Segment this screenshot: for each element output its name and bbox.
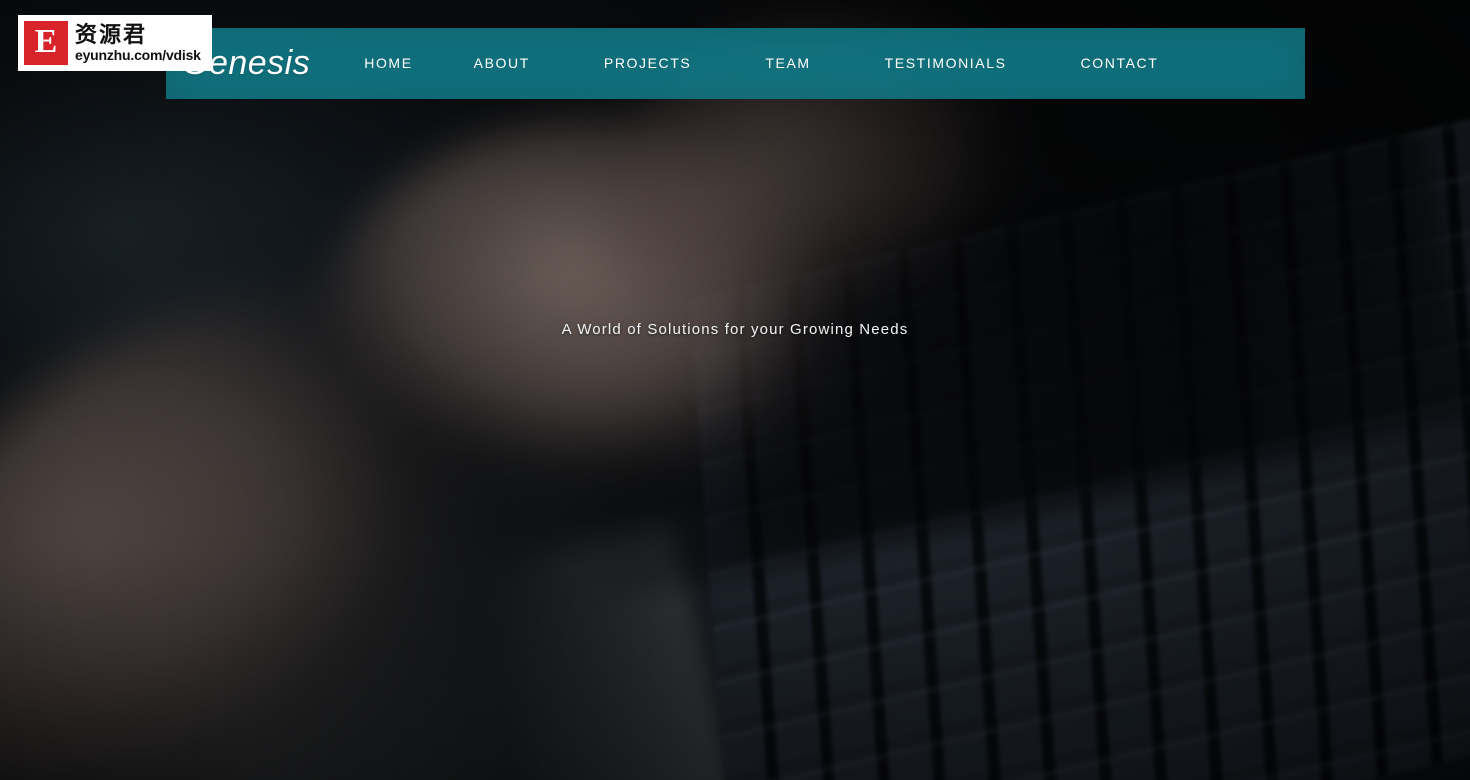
nav-link-list: HOME ABOUT PROJECTS TEAM TESTIMONIALS CO… (362, 55, 1305, 73)
hero-background-photo (0, 0, 1470, 780)
page-root: Genesis HOME ABOUT PROJECTS TEAM TESTIMO… (0, 0, 1470, 780)
nav-item-projects[interactable]: PROJECTS (602, 49, 693, 77)
nav-item-home[interactable]: HOME (362, 49, 414, 77)
nav-item-contact[interactable]: CONTACT (1079, 49, 1161, 77)
main-navigation-bar: Genesis HOME ABOUT PROJECTS TEAM TESTIMO… (166, 28, 1305, 99)
nav-item-testimonials[interactable]: TESTIMONIALS (883, 49, 1009, 77)
watermark-e-logo-icon: E (24, 21, 68, 65)
watermark-url: eyunzhu.com/vdisk (75, 47, 201, 63)
nav-item-about[interactable]: ABOUT (472, 49, 532, 77)
background-dark-overlay (0, 0, 1470, 780)
watermark-brand-name: 资源君 (75, 22, 148, 47)
watermark-text-block: 资源君 eyunzhu.com/vdisk (75, 22, 201, 64)
watermark-badge: E 资源君 eyunzhu.com/vdisk (18, 15, 212, 71)
nav-item-team[interactable]: TEAM (763, 49, 812, 77)
